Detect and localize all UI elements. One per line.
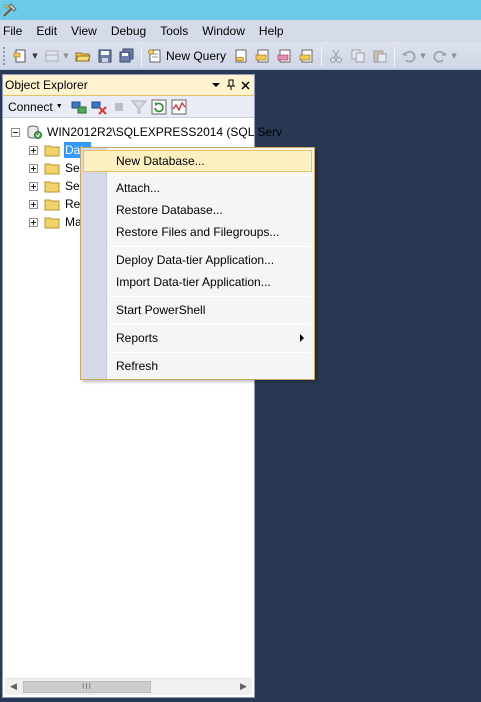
menu-item-refresh[interactable]: Refresh	[83, 355, 312, 377]
ssms-app-icon[interactable]	[2, 2, 18, 18]
analysis-mdx-query-icon[interactable]	[254, 47, 272, 65]
connect-dropdown-icon: ▼	[55, 103, 63, 110]
new-project-icon[interactable]	[12, 47, 30, 65]
database-engine-query-icon[interactable]	[232, 47, 250, 65]
menu-item-attach[interactable]: Attach...	[83, 177, 312, 199]
menu-separator	[111, 352, 312, 353]
menu-item-restore-database[interactable]: Restore Database...	[83, 199, 312, 221]
context-menu: New Database... Attach... Restore Databa…	[80, 147, 315, 380]
menu-item-reports-label: Reports	[116, 331, 159, 345]
menu-view[interactable]: View	[64, 20, 104, 42]
menu-separator	[111, 296, 312, 297]
save-all-icon[interactable]	[118, 47, 136, 65]
open-file-icon[interactable]	[74, 47, 92, 65]
scroll-thumb-grip: III	[81, 682, 93, 691]
refresh-icon[interactable]	[150, 98, 168, 116]
add-item-dropdown-icon[interactable]: ▼	[63, 47, 69, 65]
expand-icon[interactable]	[29, 217, 38, 227]
menu-item-restore-files[interactable]: Restore Files and Filegroups...	[83, 221, 312, 243]
connect-button[interactable]: Connect ▼	[8, 100, 63, 114]
analysis-xmla-query-icon[interactable]	[298, 47, 316, 65]
tree-node-management[interactable]: Ma	[29, 213, 83, 231]
toolbar-separator	[321, 45, 323, 66]
server-icon	[27, 125, 42, 139]
connect-object-explorer-icon[interactable]	[70, 98, 88, 116]
copy-icon[interactable]	[349, 47, 367, 65]
folder-icon	[44, 181, 60, 193]
horizontal-scrollbar[interactable]: ◀ III ▶	[5, 678, 252, 695]
undo-dropdown-icon[interactable]: ▼	[420, 47, 426, 65]
menu-help[interactable]: Help	[252, 20, 291, 42]
menu-item-import-data-tier[interactable]: Import Data-tier Application...	[83, 271, 312, 293]
tree-node-server[interactable]: WIN2012R2\SQLEXPRESS2014 (SQL Serv	[11, 123, 283, 141]
menu-item-deploy-data-tier[interactable]: Deploy Data-tier Application...	[83, 249, 312, 271]
dropdown-icon[interactable]	[210, 78, 221, 92]
add-item-icon[interactable]	[43, 47, 61, 65]
menu-separator	[111, 175, 312, 176]
toolbar-grip[interactable]	[2, 45, 7, 66]
new-query-icon	[148, 48, 161, 62]
analysis-dmx-query-icon[interactable]	[276, 47, 294, 65]
toolbar-separator	[394, 45, 396, 66]
menu-item-reports[interactable]: Reports	[83, 327, 312, 349]
tree-node-server-objects[interactable]: Se	[29, 177, 81, 195]
object-explorer-title: Object Explorer	[5, 78, 88, 92]
expand-icon[interactable]	[29, 199, 38, 209]
undo-icon[interactable]	[400, 47, 418, 65]
object-explorer-header: Object Explorer	[3, 75, 254, 96]
new-query-label: New Query	[166, 48, 227, 63]
menu-edit[interactable]: Edit	[29, 20, 64, 42]
server-node-label: WIN2012R2\SQLEXPRESS2014 (SQL Serv	[47, 125, 282, 139]
submenu-arrow-icon	[300, 334, 304, 342]
folder-icon	[44, 199, 60, 211]
menu-item-new-database[interactable]: New Database...	[83, 150, 312, 172]
new-project-dropdown-icon[interactable]: ▼	[32, 47, 38, 65]
menu-item-start-powershell[interactable]: Start PowerShell	[83, 299, 312, 321]
menu-separator	[111, 246, 312, 247]
expand-icon[interactable]	[29, 145, 38, 155]
menu-window[interactable]: Window	[195, 20, 252, 42]
title-bar	[0, 0, 481, 20]
tree-node-label: Se	[65, 179, 80, 193]
paste-icon[interactable]	[371, 47, 389, 65]
tree-node-label: Re	[65, 197, 81, 211]
activity-monitor-icon[interactable]	[170, 98, 188, 116]
tree-node-security[interactable]: Se	[29, 159, 81, 177]
connect-label: Connect	[8, 99, 53, 114]
disconnect-icon[interactable]	[90, 98, 108, 116]
menu-tools[interactable]: Tools	[153, 20, 195, 42]
close-icon[interactable]	[240, 78, 251, 92]
scroll-left-icon[interactable]: ◀	[5, 679, 22, 695]
menu-bar: File Edit View Debug Tools Window Help	[0, 20, 481, 42]
menu-separator	[111, 324, 312, 325]
tree-node-replication[interactable]: Re	[29, 195, 81, 213]
menu-debug[interactable]: Debug	[104, 20, 153, 42]
new-query-button[interactable]: New Query	[145, 45, 230, 67]
scroll-right-icon[interactable]: ▶	[235, 679, 252, 695]
toolbar-separator	[141, 45, 142, 66]
pin-icon[interactable]	[225, 78, 236, 92]
save-icon[interactable]	[96, 47, 114, 65]
expand-icon[interactable]	[29, 181, 38, 191]
folder-icon	[44, 217, 60, 229]
collapse-icon[interactable]	[11, 127, 20, 137]
cut-icon[interactable]	[327, 47, 345, 65]
stop-icon[interactable]	[110, 98, 128, 116]
filter-icon[interactable]	[130, 98, 148, 116]
menu-file[interactable]: File	[0, 20, 29, 42]
expand-icon[interactable]	[29, 163, 38, 173]
tree-node-label: Se	[65, 161, 80, 175]
standard-toolbar: ▼ ▼ New Query ▼ ▼	[0, 42, 481, 70]
scroll-thumb[interactable]: III	[23, 681, 151, 693]
redo-dropdown-icon[interactable]: ▼	[451, 47, 457, 65]
redo-icon[interactable]	[431, 47, 449, 65]
object-explorer-toolbar: Connect ▼	[3, 96, 254, 118]
folder-icon	[44, 163, 60, 175]
folder-icon	[44, 145, 60, 157]
